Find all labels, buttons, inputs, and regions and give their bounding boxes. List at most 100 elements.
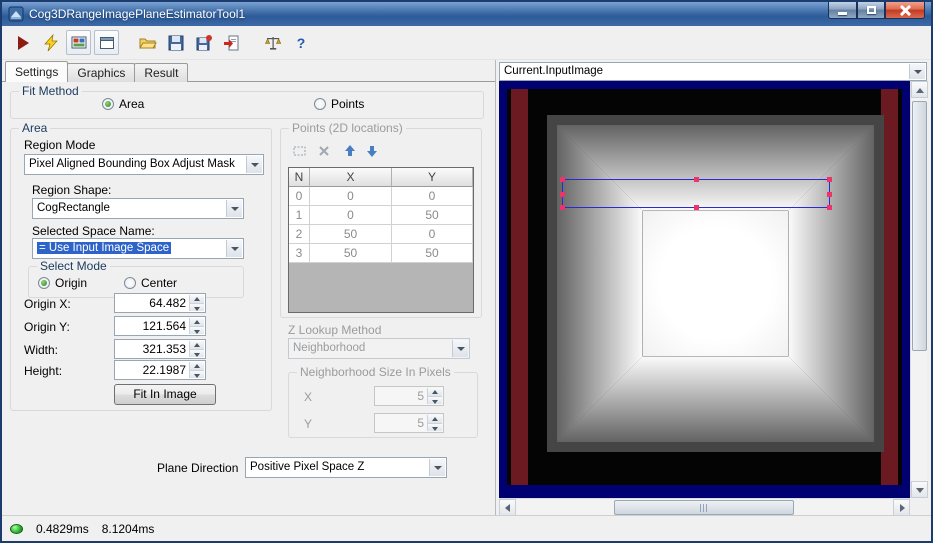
neighborhood-x-spin-buttons[interactable] — [427, 388, 442, 404]
height-spin-buttons[interactable] — [189, 362, 204, 378]
cell-x[interactable]: 50 — [310, 244, 392, 263]
neighborhood-y-value[interactable]: 5 — [377, 414, 424, 432]
points-table[interactable]: N X Y 0 0 0 1 0 50 2 50 0 3 50 50 — [288, 167, 474, 313]
tab-result[interactable]: Result — [134, 63, 189, 82]
handle-bottom-left[interactable] — [560, 205, 565, 210]
titlebar[interactable]: Cog3DRangeImagePlaneEstimatorTool1 — [2, 2, 931, 26]
add-point-button[interactable] — [290, 142, 310, 160]
spin-down-icon[interactable] — [190, 326, 204, 334]
cell-y[interactable]: 0 — [392, 187, 473, 206]
handle-mid-right[interactable] — [827, 192, 832, 197]
move-down-button[interactable] — [362, 142, 382, 160]
move-up-button[interactable] — [340, 142, 360, 160]
region-selection-rect[interactable] — [560, 177, 832, 210]
float-window-button[interactable] — [94, 30, 119, 55]
vertical-scrollbar[interactable] — [910, 81, 928, 498]
table-row[interactable]: 0 0 0 — [289, 187, 473, 206]
selected-space-dropdown-button[interactable] — [226, 240, 242, 257]
tab-graphics[interactable]: Graphics — [67, 63, 136, 82]
z-lookup-select[interactable]: Neighborhood — [288, 338, 470, 359]
selected-space-select[interactable]: = Use Input Image Space — [32, 238, 244, 259]
origin-y-value[interactable]: 121.564 — [117, 317, 186, 335]
height-stepper[interactable]: 22.1987 — [114, 360, 206, 380]
neighborhood-x-stepper[interactable]: 5 — [374, 386, 444, 406]
horizontal-scrollbar[interactable] — [499, 498, 910, 516]
table-row[interactable]: 3 50 50 — [289, 244, 473, 263]
spin-up-icon[interactable] — [190, 318, 204, 327]
region-mode-select[interactable]: Pixel Aligned Bounding Box Adjust Mask — [24, 154, 264, 175]
save-image-button[interactable] — [191, 30, 216, 55]
help-button[interactable]: ? — [288, 30, 313, 55]
spin-up-icon[interactable] — [428, 388, 442, 397]
radio-center[interactable]: Center — [124, 276, 177, 290]
import-button[interactable] — [219, 30, 244, 55]
cell-n[interactable]: 2 — [289, 225, 310, 244]
neighborhood-y-stepper[interactable]: 5 — [374, 413, 444, 433]
cell-n[interactable]: 3 — [289, 244, 310, 263]
cell-x[interactable]: 0 — [310, 206, 392, 225]
table-row[interactable]: 1 0 50 — [289, 206, 473, 225]
live-run-button[interactable] — [38, 30, 63, 55]
run-button[interactable] — [10, 30, 35, 55]
region-shape-dropdown-button[interactable] — [226, 200, 242, 217]
radio-area[interactable]: Area — [102, 97, 144, 111]
origin-y-stepper[interactable]: 121.564 — [114, 316, 206, 336]
spin-down-icon[interactable] — [428, 396, 442, 404]
spin-up-icon[interactable] — [190, 341, 204, 350]
open-file-button[interactable] — [135, 30, 160, 55]
maximize-button[interactable] — [857, 2, 885, 19]
benchmark-button[interactable] — [260, 30, 285, 55]
region-shape-select[interactable]: CogRectangle — [32, 198, 244, 219]
region-mode-dropdown-button[interactable] — [246, 156, 262, 173]
width-value[interactable]: 321.353 — [117, 340, 186, 358]
handle-bottom-mid[interactable] — [694, 205, 699, 210]
radio-origin[interactable]: Origin — [38, 276, 87, 290]
show-image-button[interactable] — [66, 30, 91, 55]
scroll-up-button[interactable] — [911, 81, 928, 98]
scroll-down-button[interactable] — [911, 481, 928, 498]
table-row[interactable]: 2 50 0 — [289, 225, 473, 244]
close-button[interactable] — [885, 2, 925, 19]
cell-y[interactable]: 50 — [392, 244, 473, 263]
plane-direction-select[interactable]: Positive Pixel Space Z — [245, 457, 447, 478]
tab-settings[interactable]: Settings — [5, 61, 69, 82]
handle-top-right[interactable] — [827, 177, 832, 182]
width-spin-buttons[interactable] — [189, 341, 204, 357]
neighborhood-x-value[interactable]: 5 — [377, 387, 424, 405]
cell-n[interactable]: 1 — [289, 206, 310, 225]
handle-top-mid[interactable] — [694, 177, 699, 182]
spin-down-icon[interactable] — [428, 423, 442, 431]
save-button[interactable] — [163, 30, 188, 55]
cell-n[interactable]: 0 — [289, 187, 310, 206]
spin-down-icon[interactable] — [190, 349, 204, 357]
scroll-right-button[interactable] — [893, 499, 910, 516]
vertical-scroll-thumb[interactable] — [912, 101, 927, 351]
spin-up-icon[interactable] — [428, 415, 442, 424]
origin-x-stepper[interactable]: 64.482 — [114, 293, 206, 313]
minimize-button[interactable] — [828, 2, 857, 19]
horizontal-scroll-thumb[interactable] — [614, 500, 794, 515]
spin-up-icon[interactable] — [190, 362, 204, 371]
image-viewport[interactable] — [499, 81, 910, 498]
neighborhood-y-spin-buttons[interactable] — [427, 415, 442, 431]
column-header-y[interactable]: Y — [392, 168, 473, 187]
column-header-x[interactable]: X — [310, 168, 392, 187]
cell-x[interactable]: 50 — [310, 225, 392, 244]
cell-y[interactable]: 50 — [392, 206, 473, 225]
spin-down-icon[interactable] — [190, 370, 204, 378]
origin-x-spin-buttons[interactable] — [189, 295, 204, 311]
origin-y-spin-buttons[interactable] — [189, 318, 204, 334]
handle-top-left[interactable] — [560, 177, 565, 182]
delete-point-button[interactable] — [314, 142, 334, 160]
width-stepper[interactable]: 321.353 — [114, 339, 206, 359]
spin-down-icon[interactable] — [190, 303, 204, 311]
height-value[interactable]: 22.1987 — [117, 361, 186, 379]
radio-points[interactable]: Points — [314, 97, 364, 111]
image-source-dropdown-button[interactable] — [909, 64, 925, 79]
spin-up-icon[interactable] — [190, 295, 204, 304]
cell-y[interactable]: 0 — [392, 225, 473, 244]
handle-mid-left[interactable] — [560, 192, 565, 197]
image-source-select[interactable]: Current.InputImage — [499, 62, 927, 81]
origin-x-value[interactable]: 64.482 — [117, 294, 186, 312]
column-header-n[interactable]: N — [289, 168, 310, 187]
